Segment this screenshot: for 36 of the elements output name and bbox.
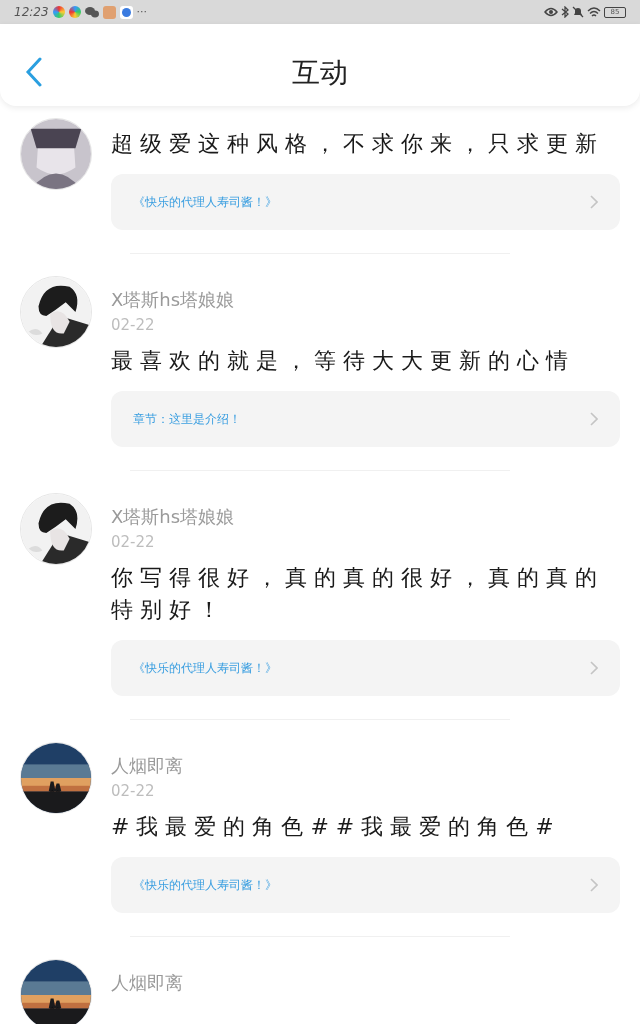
wifi-icon (587, 6, 601, 18)
eye-icon (544, 7, 558, 17)
chevron-right-icon (590, 878, 598, 892)
linked-work-title: 《快乐的代理人寿司酱！》 (133, 194, 278, 211)
app-icon (68, 6, 81, 18)
chat-icon (84, 6, 99, 18)
linked-work-card[interactable]: 《快乐的代理人寿司酱！》 (111, 640, 620, 696)
more-notifications: ··· (136, 3, 148, 20)
linked-work-title: 章节：这里是介绍！ (133, 411, 242, 428)
linked-work-card[interactable]: 章节：这里是介绍！ (111, 391, 620, 447)
browser-icon (119, 5, 133, 19)
comment-text: 最喜欢的就是，等待大大更新的心情 (111, 347, 576, 375)
chevron-right-icon (590, 195, 598, 209)
bell-off-icon (572, 6, 584, 18)
username[interactable]: X塔斯hs塔娘娘 (111, 505, 620, 529)
username[interactable]: X塔斯hs塔娘娘 (111, 288, 620, 312)
comment-text: 你写得很好，真的真的很好，真的真的特别好！ (111, 564, 605, 624)
linked-work-card[interactable]: 《快乐的代理人寿司酱！》 (111, 174, 620, 230)
comment-text: #我最爱的角色##我最爱的角色# (111, 813, 562, 841)
chevron-right-icon (590, 661, 598, 675)
comment-text: 超级爱这种风格，不求你来，只求更新 (111, 130, 605, 158)
comment-date: 02-22 (111, 532, 156, 552)
comment-date: 02-22 (111, 781, 156, 801)
username[interactable]: 人烟即离 (111, 971, 620, 995)
chevron-right-icon (590, 412, 598, 426)
page-title: 互动 (292, 55, 348, 91)
linked-work-title: 《快乐的代理人寿司酱！》 (133, 660, 278, 677)
bluetooth-icon (561, 6, 569, 18)
username[interactable]: 人烟即离 (111, 754, 620, 778)
message-icon (102, 5, 116, 19)
back-icon[interactable] (25, 57, 43, 87)
comment-date: 02-22 (111, 315, 156, 335)
app-icon (52, 6, 65, 18)
status-time: 12:23 (14, 4, 49, 21)
linked-work-title: 《快乐的代理人寿司酱！》 (133, 877, 278, 894)
linked-work-card[interactable]: 《快乐的代理人寿司酱！》 (111, 857, 620, 913)
